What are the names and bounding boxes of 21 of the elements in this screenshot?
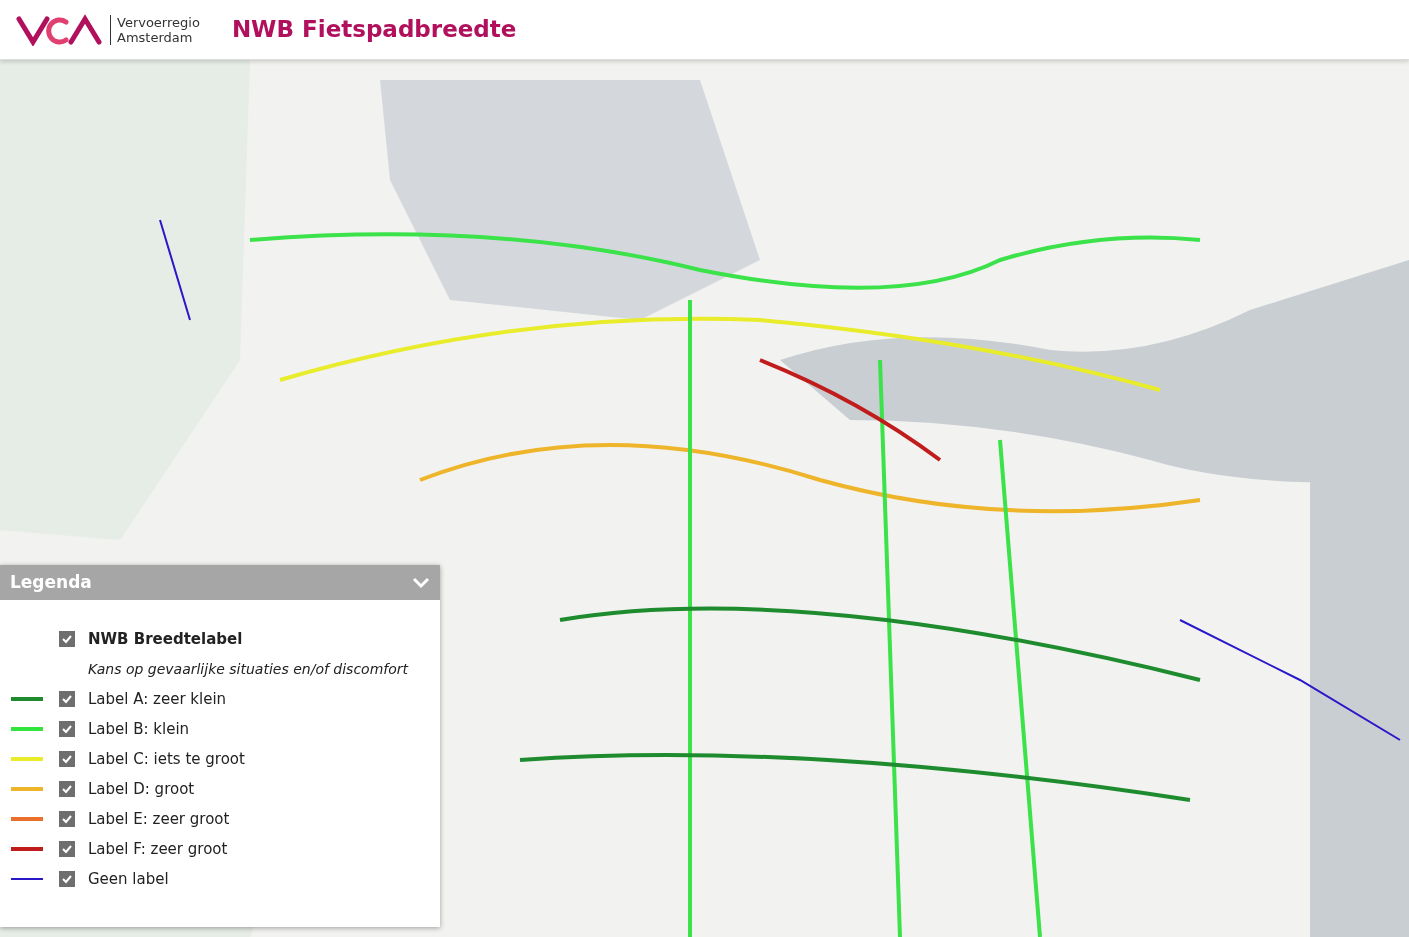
legend-header[interactable]: Legenda <box>0 565 440 600</box>
logo-icon <box>16 13 102 46</box>
legend-subtitle: Kans op gevaarlijke situaties en/of discomfort <box>88 659 409 679</box>
legend-label: Label C: iets te groot <box>88 748 245 770</box>
legend-label: Geen label <box>88 868 169 890</box>
legend-label: Label F: zeer groot <box>88 838 228 860</box>
legend-label: Label A: zeer klein <box>88 688 227 710</box>
checkbox[interactable] <box>59 631 75 647</box>
legend-label: Label D: groot <box>88 778 195 800</box>
org-name: Vervoerregio Amsterdam <box>110 14 200 45</box>
checkbox[interactable] <box>59 781 75 797</box>
checkbox[interactable] <box>59 751 75 767</box>
checkbox[interactable] <box>59 811 75 827</box>
checkbox[interactable] <box>59 691 75 707</box>
checkbox[interactable] <box>59 871 75 887</box>
app-title: NWB Fietspadbreedte <box>231 15 517 45</box>
checkbox[interactable] <box>59 721 75 737</box>
layer-label: NWB Breedtelabel <box>88 628 243 650</box>
legend-label: Label B: klein <box>88 718 190 740</box>
checkbox[interactable] <box>59 841 75 857</box>
legend-label: Label E: zeer groot <box>88 808 230 830</box>
